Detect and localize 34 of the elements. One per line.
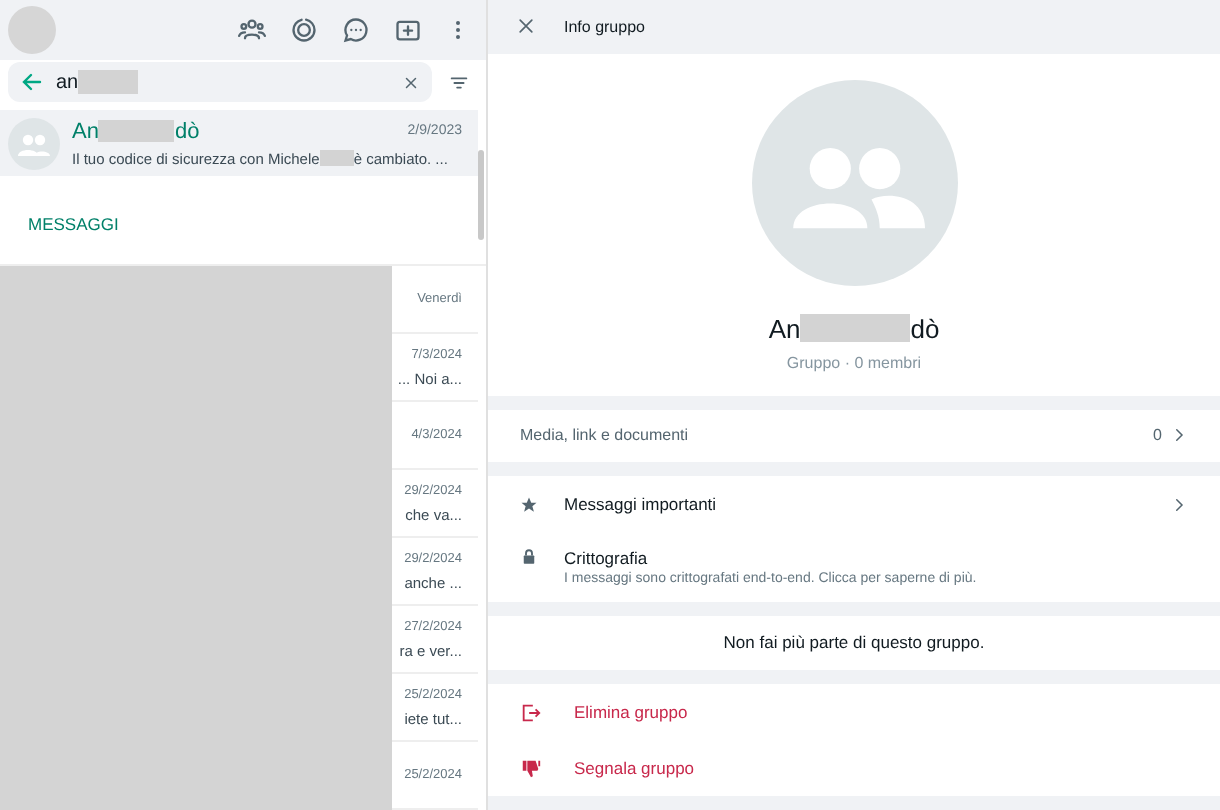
row-label: Crittografia xyxy=(564,548,650,568)
community-icon[interactable] xyxy=(238,16,266,45)
star-icon xyxy=(520,495,538,513)
group-avatar-icon xyxy=(751,79,957,286)
action-link[interactable]: Elimina gruppo xyxy=(574,702,688,722)
chat-bubble-icon[interactable] xyxy=(342,16,370,45)
redaction-bar xyxy=(98,120,175,143)
panel-title: Info gruppo xyxy=(564,17,645,36)
search-text: an xyxy=(56,71,79,94)
group-subtitle: Gruppo · 0 membri xyxy=(786,353,922,372)
clear-icon[interactable] xyxy=(402,73,420,92)
chat-name: dò xyxy=(174,119,200,144)
notice-text: Non fai più parte di questo gruppo. xyxy=(488,616,1220,670)
redaction-bar xyxy=(800,314,911,343)
group-avatar-icon xyxy=(8,117,60,170)
chevron-icon xyxy=(1170,495,1188,513)
search-field[interactable]: an xyxy=(8,62,432,103)
lock-icon xyxy=(520,548,538,566)
thumbs-down-icon xyxy=(520,757,542,779)
row-label: Messaggi importanti xyxy=(564,494,719,514)
close-icon[interactable] xyxy=(516,16,536,37)
redaction-bar xyxy=(78,70,139,95)
group-name: dò xyxy=(910,313,940,344)
media-label: Media, link e documenti xyxy=(520,426,689,445)
back-arrow-icon[interactable] xyxy=(20,70,44,95)
action-link[interactable]: Segnala gruppo xyxy=(574,758,695,778)
chat-name: An xyxy=(72,119,99,144)
group-name: An xyxy=(768,313,801,344)
status-icon[interactable] xyxy=(290,16,318,45)
new-chat-icon[interactable] xyxy=(394,16,422,45)
media-count: 0 xyxy=(1153,426,1162,445)
exit-icon xyxy=(520,701,542,723)
redaction-bar xyxy=(319,150,354,167)
chevron-icon xyxy=(1170,426,1188,445)
